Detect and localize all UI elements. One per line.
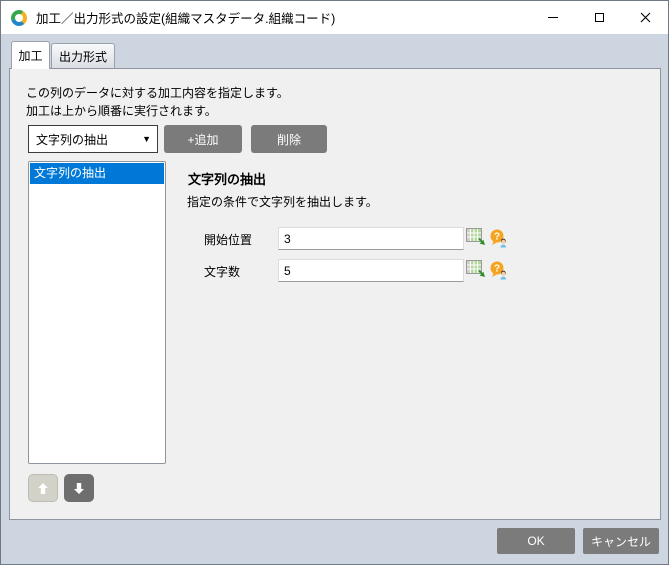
char-count-input[interactable] — [278, 259, 464, 282]
move-up-button[interactable] — [28, 474, 58, 502]
window-title: 加工／出力形式の設定(組織マスタデータ.組織コード) — [36, 12, 336, 26]
app-logo-icon — [11, 9, 27, 26]
arrow-down-icon — [74, 482, 84, 494]
help-icon[interactable]: ? — [489, 260, 508, 280]
close-button[interactable] — [622, 1, 668, 34]
page-description: この列のデータに対する加工内容を指定します。 加工は上から順番に実行されます。 — [26, 84, 289, 120]
delete-button[interactable]: 削除 — [251, 125, 327, 153]
add-button[interactable]: +追加 — [164, 125, 242, 153]
page-description-line1: この列のデータに対する加工内容を指定します。 — [26, 86, 289, 100]
grid-table-icon[interactable] — [466, 260, 486, 279]
char-count-label: 文字数 — [204, 265, 241, 279]
page-description-line2: 加工は上から順番に実行されます。 — [26, 104, 217, 118]
maximize-icon — [594, 13, 604, 22]
operation-select-value: 文字列の抽出 — [36, 132, 109, 147]
operation-listbox[interactable]: 文字列の抽出 — [28, 161, 166, 464]
ok-button[interactable]: OK — [497, 528, 575, 554]
operation-select[interactable]: 文字列の抽出 ▼ — [28, 125, 158, 153]
cancel-button[interactable]: キャンセル — [583, 528, 659, 554]
title-bar: 加工／出力形式の設定(組織マスタデータ.組織コード) — [1, 1, 668, 34]
help-icon[interactable]: ? — [489, 228, 508, 248]
caption-buttons — [530, 1, 668, 34]
tab-output-format[interactable]: 出力形式 — [51, 43, 115, 69]
move-down-button[interactable] — [64, 474, 94, 502]
minimize-button[interactable] — [530, 1, 576, 34]
settings-dialog: 加工／出力形式の設定(組織マスタデータ.組織コード) 加工 出力形式 この列のデ… — [0, 0, 669, 565]
detail-description: 指定の条件で文字列を抽出します。 — [187, 195, 378, 209]
svg-text:?: ? — [494, 263, 500, 274]
chevron-down-icon: ▼ — [142, 134, 151, 144]
grid-table-icon[interactable] — [466, 228, 486, 247]
start-position-input[interactable] — [278, 227, 464, 250]
minimize-icon — [548, 17, 558, 18]
maximize-button[interactable] — [576, 1, 622, 34]
tab-processing[interactable]: 加工 — [11, 41, 50, 69]
close-icon — [640, 12, 650, 23]
list-item[interactable]: 文字列の抽出 — [30, 163, 164, 184]
svg-text:?: ? — [494, 231, 500, 242]
detail-heading: 文字列の抽出 — [188, 172, 267, 187]
processing-tab-page: この列のデータに対する加工内容を指定します。 加工は上から順番に実行されます。 … — [9, 68, 661, 520]
start-position-label: 開始位置 — [204, 233, 253, 247]
arrow-up-icon — [38, 482, 48, 494]
